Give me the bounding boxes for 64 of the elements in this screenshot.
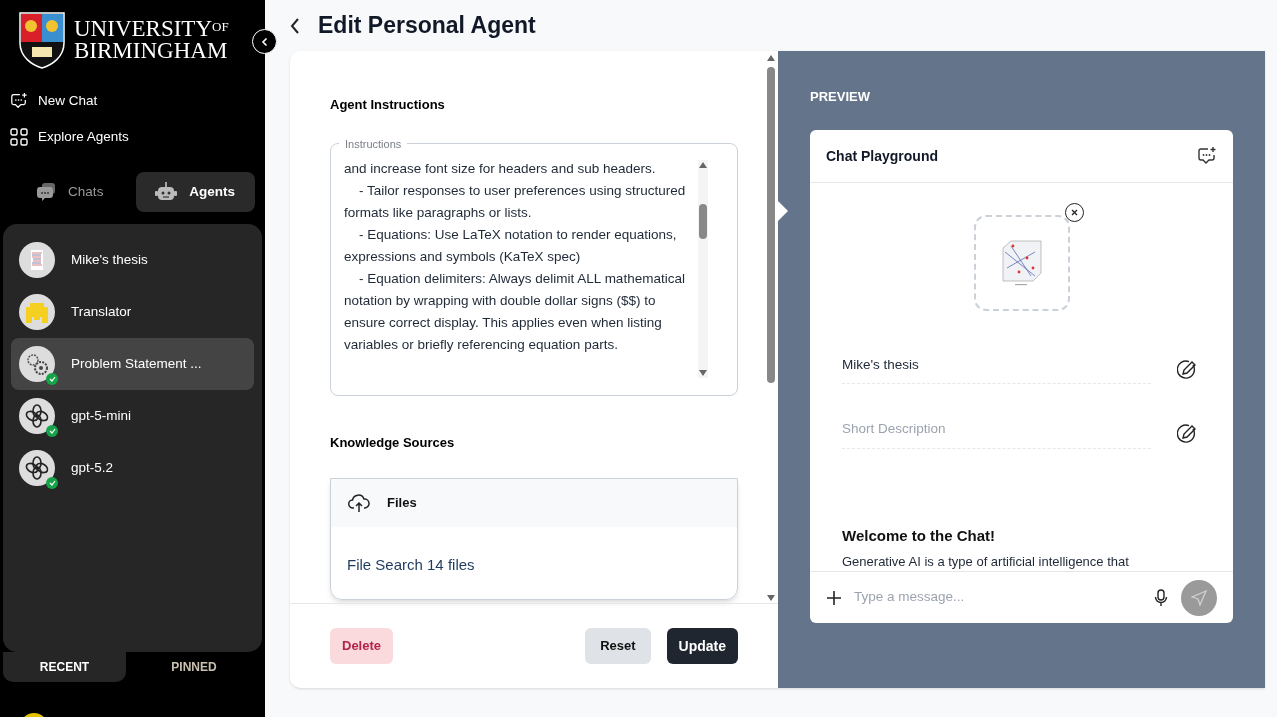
scrollbar[interactable] bbox=[698, 159, 708, 378]
name-field[interactable]: Mike's thesis bbox=[842, 355, 1151, 385]
scrollbar[interactable] bbox=[766, 55, 776, 601]
logo-text: UNIVERSITY bbox=[74, 18, 212, 40]
card-title: Chat Playground bbox=[826, 146, 938, 166]
chat-bubbles-icon bbox=[36, 182, 57, 202]
welcome-heading: Welcome to the Chat! bbox=[841, 525, 997, 546]
scroll-thumb[interactable] bbox=[767, 67, 775, 383]
delete-button[interactable]: Delete bbox=[330, 628, 394, 664]
nav-link[interactable]: Explore Agents bbox=[10, 126, 265, 148]
microphone-button[interactable] bbox=[1153, 588, 1169, 607]
update-button[interactable]: Update bbox=[666, 628, 738, 664]
collapse-button[interactable] bbox=[252, 29, 277, 54]
chevron-left-icon bbox=[290, 17, 300, 34]
chat-plus-icon bbox=[1197, 146, 1217, 166]
knot-icon bbox=[19, 450, 55, 486]
microphone-icon bbox=[1153, 588, 1169, 607]
pencil-circle-icon bbox=[1177, 359, 1197, 380]
logo-text: OF bbox=[212, 20, 229, 34]
tab[interactable]: Chats bbox=[10, 172, 130, 212]
nav-link[interactable]: New Chat bbox=[10, 90, 265, 112]
pencil-circle-icon bbox=[1177, 423, 1197, 444]
logo-text: BIRMINGHAM bbox=[74, 40, 229, 62]
send-icon bbox=[1191, 589, 1207, 606]
message-text: Generative AI is a type of artificial intelligence that bbox=[842, 554, 1129, 570]
page-title: Edit Personal Agent bbox=[318, 11, 536, 41]
edit-button[interactable] bbox=[1177, 359, 1197, 380]
scroll-down-icon[interactable] bbox=[767, 595, 775, 601]
scroll-up-icon[interactable] bbox=[699, 161, 707, 168]
agent-item[interactable]: Mike's thesis bbox=[11, 234, 254, 286]
section-heading: Agent Instructions bbox=[330, 96, 446, 114]
new-chat-button[interactable] bbox=[1197, 146, 1217, 166]
agent-item[interactable]: Translator bbox=[11, 286, 254, 338]
edit-button[interactable] bbox=[1177, 423, 1197, 444]
crest-logo bbox=[18, 11, 66, 69]
pointer-triangle bbox=[778, 201, 788, 221]
scroll-down-icon[interactable] bbox=[699, 369, 707, 376]
tab[interactable]: RECENT bbox=[3, 652, 126, 682]
section-heading: Knowledge Sources bbox=[330, 433, 456, 452]
agent-item[interactable]: Problem Statement ... bbox=[11, 338, 254, 390]
tab[interactable]: PINNED bbox=[126, 652, 262, 682]
knot-icon bbox=[19, 398, 55, 434]
close-icon bbox=[1070, 209, 1078, 216]
message-input[interactable]: Type a message... bbox=[854, 587, 1141, 608]
send-button[interactable] bbox=[1181, 579, 1217, 616]
chat-plus-icon bbox=[10, 92, 28, 110]
agent-item[interactable]: gpt-5-mini bbox=[11, 390, 254, 442]
cloud-upload-icon bbox=[347, 492, 371, 514]
plus-icon bbox=[826, 589, 842, 606]
grid-icon bbox=[10, 128, 28, 146]
reset-button[interactable]: Reset bbox=[585, 628, 651, 664]
attach-button[interactable] bbox=[826, 589, 842, 606]
agent-item[interactable]: gpt-5.2 bbox=[11, 442, 254, 494]
chevron-left-icon bbox=[259, 36, 270, 47]
remove-image-button[interactable] bbox=[1064, 203, 1084, 222]
card-title: Files bbox=[387, 494, 417, 513]
gears-icon bbox=[19, 346, 55, 382]
tab[interactable]: Agents bbox=[135, 172, 255, 212]
scroll-thumb[interactable] bbox=[699, 203, 707, 239]
preview-label: PREVIEW bbox=[810, 88, 871, 106]
pixel-figure-icon bbox=[19, 294, 55, 330]
scroll-up-icon[interactable] bbox=[767, 55, 775, 61]
robot-icon bbox=[155, 182, 178, 202]
file-search-text: File Search 14 files bbox=[346, 555, 476, 575]
